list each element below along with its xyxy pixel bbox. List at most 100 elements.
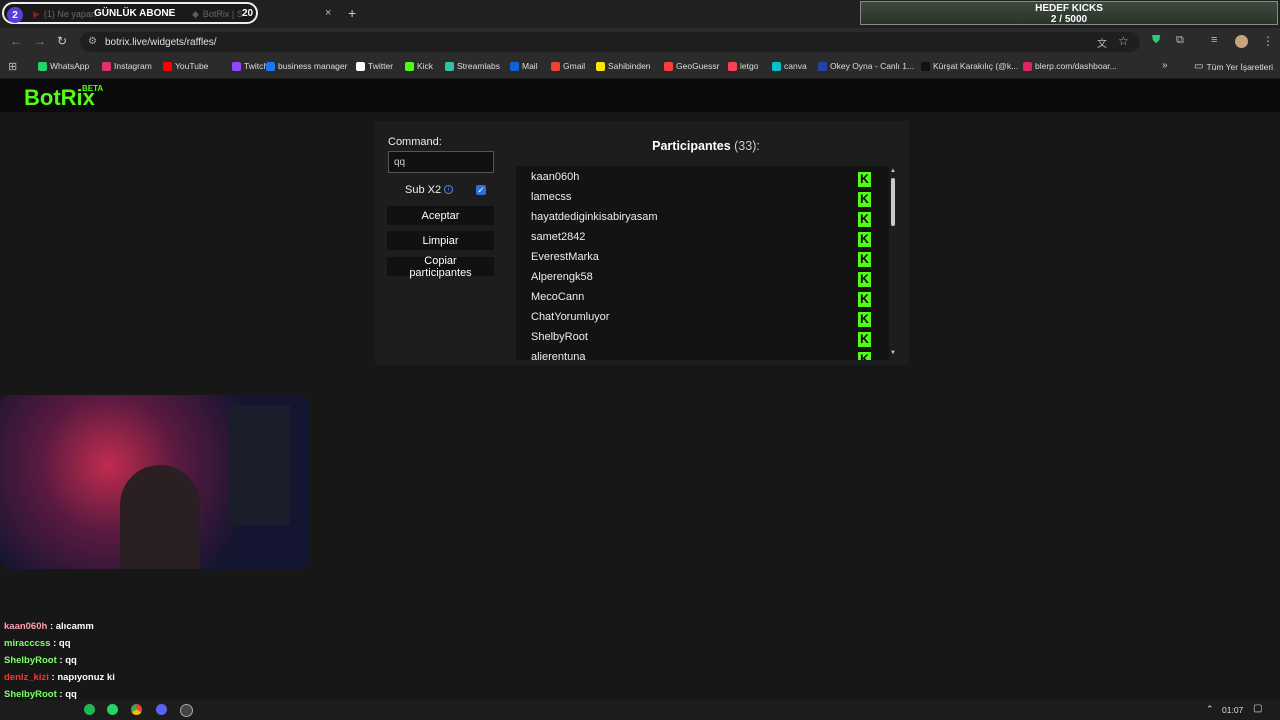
bookmark-item[interactable]: Okey Oyna - Canlı 1...: [818, 61, 914, 71]
notification-icon[interactable]: ▢: [1253, 703, 1262, 714]
bookmark-item[interactable]: canva: [772, 61, 807, 71]
scroll-down-icon[interactable]: ▼: [890, 350, 896, 356]
bookmarks-overflow-icon[interactable]: »: [1162, 60, 1168, 71]
forward-icon[interactable]: →: [34, 34, 46, 48]
bookmark-item[interactable]: Sahibinden: [596, 61, 651, 71]
bookmark-item[interactable]: blerp.com/dashboar...: [1023, 61, 1117, 71]
apps-grid-icon[interactable]: ⊞: [8, 60, 17, 73]
bookmark-favicon-icon: [510, 61, 519, 71]
chat-username: ShelbyRoot: [4, 655, 57, 666]
bookmark-label: Gmail: [563, 61, 586, 71]
participant-name: alierentuna: [531, 351, 586, 360]
kick-icon: K: [858, 192, 871, 207]
bookmark-item[interactable]: letgo: [728, 61, 758, 71]
clear-button[interactable]: Limpiar: [387, 231, 494, 250]
bookmark-item[interactable]: GeoGuessr: [664, 61, 719, 71]
bookmark-label: letgo: [740, 61, 759, 71]
scrollbar-thumb[interactable]: [891, 178, 895, 226]
abone-number-badge: 2: [7, 7, 23, 23]
chat-username: miracccss: [4, 638, 51, 649]
participants-title: Participantes: [652, 139, 731, 153]
chat-username: ShelbyRoot: [4, 689, 57, 700]
participants-list[interactable]: kaan060h Klamecss Khayatdediginkisabiryasa…: [516, 166, 889, 360]
bookmark-favicon-icon: [728, 61, 737, 71]
obs-icon[interactable]: [180, 704, 193, 717]
scroll-up-icon[interactable]: ▲: [890, 168, 896, 174]
bookmark-label: Instagram: [114, 61, 152, 71]
bookmark-label: Twitch: [244, 61, 269, 71]
bookmark-item[interactable]: Instagram: [102, 61, 152, 71]
extensions-icon[interactable]: ⧉: [1176, 34, 1184, 47]
shield-icon[interactable]: ⛊: [1152, 34, 1160, 47]
bookmark-favicon-icon: [356, 61, 365, 71]
bookmark-label: Sahibinden: [608, 61, 651, 71]
chat-text: : qq: [59, 689, 77, 700]
kick-icon: K: [858, 172, 871, 187]
goal-value: 2 / 5000: [1050, 14, 1088, 25]
bookmark-label: canva: [784, 61, 807, 71]
streamer-silhouette: [120, 465, 200, 569]
reload-icon[interactable]: ↻: [57, 34, 67, 48]
spotify-icon[interactable]: [84, 704, 95, 715]
participant-name: ChatYorumluyor: [531, 311, 610, 323]
url-field[interactable]: [80, 32, 1140, 52]
bookmark-label: GeoGuessr: [676, 61, 720, 71]
bookmark-label: Twitter: [368, 61, 394, 71]
command-input[interactable]: [388, 151, 494, 173]
chat-message: ShelbyRoot : qq: [4, 655, 77, 666]
bookmark-label: YouTube: [175, 61, 209, 71]
bookmark-favicon-icon: [664, 61, 673, 71]
bookmark-label: Okey Oyna - Canlı 1...: [830, 61, 915, 71]
chat-text: : qq: [53, 638, 71, 649]
kick-icon: K: [858, 352, 871, 360]
menu-icon[interactable]: ⋮: [1262, 34, 1274, 48]
sub-x2-label: Sub X2: [405, 184, 442, 196]
bookmark-item[interactable]: business manager: [266, 61, 347, 71]
site-info-icon[interactable]: ⚙: [88, 36, 97, 47]
bookmark-favicon-icon: [38, 61, 47, 71]
participants-count: (33):: [734, 139, 760, 153]
profile-avatar[interactable]: [1235, 35, 1248, 48]
bookmark-item[interactable]: Kick: [405, 61, 433, 71]
bookmark-item[interactable]: Twitch: [232, 61, 268, 71]
discord-icon[interactable]: [156, 704, 167, 715]
kick-icon: K: [858, 272, 871, 287]
new-tab-button[interactable]: +: [348, 5, 356, 21]
back-icon[interactable]: ←: [10, 34, 22, 48]
bookmark-favicon-icon: [102, 61, 111, 71]
command-label: Command:: [388, 136, 442, 148]
all-bookmarks-label: Tüm Yer İşaretleri: [1206, 61, 1274, 72]
bookmark-favicon-icon: [445, 61, 454, 71]
chat-message: ShelbyRoot : qq: [4, 689, 77, 700]
info-icon[interactable]: i: [444, 185, 453, 194]
tray-chevron-icon[interactable]: ⌃: [1206, 704, 1214, 715]
page-header: [0, 79, 1280, 112]
media-icon[interactable]: ≡: [1211, 34, 1217, 46]
bookmark-item[interactable]: Mail: [510, 61, 538, 71]
all-bookmarks[interactable]: ▭ Tüm Yer İşaretleri: [1194, 61, 1273, 72]
bookmark-favicon-icon: [163, 61, 172, 71]
translate-icon[interactable]: 文: [1097, 35, 1107, 50]
bookmark-star-icon[interactable]: ☆: [1118, 34, 1129, 48]
bookmark-label: Streamlabs: [457, 61, 500, 71]
copy-participants-button[interactable]: Copiar participantes: [387, 255, 494, 279]
chrome-icon[interactable]: [131, 704, 142, 715]
bookmark-favicon-icon: [266, 61, 275, 71]
bookmark-item[interactable]: Twitter: [356, 61, 393, 71]
bookmark-label: WhatsApp: [50, 61, 90, 71]
accept-button[interactable]: Aceptar: [387, 206, 494, 225]
bookmark-item[interactable]: Streamlabs: [445, 61, 500, 71]
kick-icon: K: [858, 292, 871, 307]
bookmark-item[interactable]: WhatsApp: [38, 61, 89, 71]
whatsapp-icon[interactable]: [107, 704, 118, 715]
sub-x2-checkbox[interactable]: ✓: [476, 185, 486, 195]
bookmark-label: business manager: [278, 61, 348, 71]
bookmark-item[interactable]: YouTube: [163, 61, 208, 71]
bookmark-item[interactable]: Kürşat Karakılıç (@k...: [921, 61, 1018, 71]
bookmark-item[interactable]: Gmail: [551, 61, 585, 71]
beta-badge: BETA: [82, 84, 104, 93]
background-shelf: [230, 405, 290, 525]
close-tab-icon[interactable]: ×: [325, 7, 331, 19]
abone-label: GÜNLÜK ABONE: [94, 8, 176, 19]
bookmark-favicon-icon: [818, 61, 827, 71]
